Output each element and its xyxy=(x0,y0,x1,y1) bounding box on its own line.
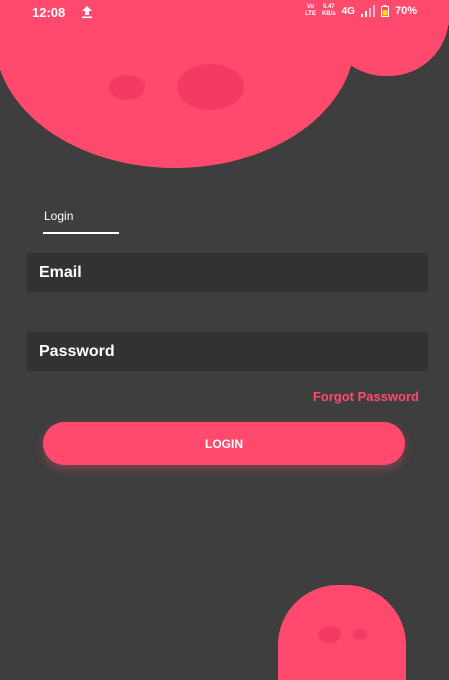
status-time: 12:08 xyxy=(32,5,66,20)
status-bar: 12:08 Vo LTE 5.47 KB/s 4G 70% xyxy=(0,0,449,25)
network-speed: 5.47 KB/s xyxy=(322,4,336,18)
decorative-dot-bottom-right xyxy=(353,629,367,640)
battery-percent: 70% xyxy=(394,5,417,17)
decorative-dot-small xyxy=(109,75,145,100)
battery-icon xyxy=(380,5,389,17)
login-button[interactable]: LOGIN xyxy=(43,422,405,465)
decorative-blob-bottom xyxy=(278,585,406,680)
network-type: 4G xyxy=(341,5,355,17)
tab-login-label: Login xyxy=(44,209,74,223)
speed-value: 5.47 xyxy=(322,4,335,10)
forgot-password-link[interactable]: Forgot Password xyxy=(313,389,419,404)
decorative-dot-large xyxy=(177,64,244,110)
email-field[interactable]: Email xyxy=(27,253,428,292)
volte-icon: Vo LTE xyxy=(305,4,316,18)
email-placeholder: Email xyxy=(39,263,82,281)
volte-top: Vo xyxy=(306,4,315,10)
login-button-label: LOGIN xyxy=(205,436,243,451)
tab-login[interactable]: Login xyxy=(43,208,119,234)
decorative-dot-bottom-left xyxy=(318,626,341,643)
volte-bottom: LTE xyxy=(305,11,316,17)
password-field[interactable]: Password xyxy=(27,332,428,371)
status-indicators: Vo LTE 5.47 KB/s 4G 70% xyxy=(305,4,417,18)
login-screen: 12:08 Vo LTE 5.47 KB/s 4G 70% Login Emai… xyxy=(0,0,449,680)
upload-icon xyxy=(82,6,92,19)
signal-icon xyxy=(360,5,375,17)
password-placeholder: Password xyxy=(39,342,115,360)
speed-unit: KB/s xyxy=(321,11,336,17)
